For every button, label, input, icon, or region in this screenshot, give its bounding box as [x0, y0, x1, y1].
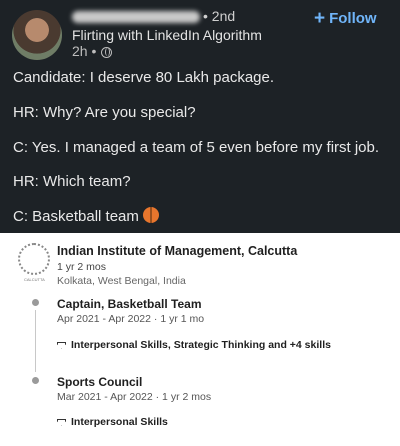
post-text-line-last: C: Basketball team	[13, 207, 159, 225]
post-text-line: HR: Which team?	[13, 173, 131, 190]
post-time: 2h •	[72, 43, 97, 59]
author-headline: Flirting with LinkedIn Algorithm	[72, 27, 262, 43]
avatar[interactable]	[12, 10, 62, 60]
post-text-line: C: Yes. I managed a team of 5 even befor…	[13, 139, 380, 156]
role-title: Captain, Basketball Team	[57, 297, 202, 311]
post-text-line: Candidate: I deserve 80 Lakh package.	[13, 69, 275, 86]
institution-logo[interactable]	[18, 243, 50, 275]
role-dates: Apr 2021 - Apr 2022 · 1 yr 1 mo	[57, 313, 205, 325]
skills-diamond-icon	[57, 341, 66, 349]
plus-icon: +	[314, 8, 326, 29]
author-name-redacted[interactable]	[72, 11, 200, 23]
role-dates: Mar 2021 - Apr 2022 · 1 yr 2 mos	[57, 391, 212, 403]
post-text-line: HR: Why? Are you special?	[13, 104, 196, 121]
globe-icon	[101, 46, 113, 58]
role-skills[interactable]: Interpersonal Skills	[57, 416, 168, 428]
linkedin-post: • 2nd Flirting with LinkedIn Algorithm 2…	[0, 0, 400, 233]
total-duration: 1 yr 2 mos	[57, 261, 107, 273]
role-skills[interactable]: Interpersonal Skills, Strategic Thinking…	[57, 339, 331, 351]
basketball-icon	[142, 207, 159, 223]
follow-label: Follow	[329, 10, 377, 27]
institution-name[interactable]: Indian Institute of Management, Calcutta	[57, 244, 297, 258]
skills-text: Interpersonal Skills, Strategic Thinking…	[71, 339, 331, 351]
skills-text: Interpersonal Skills	[71, 416, 168, 428]
logo-caption: CALCUTTA	[24, 277, 45, 282]
location: Kolkata, West Bengal, India	[57, 275, 186, 287]
skills-diamond-icon	[57, 418, 66, 426]
timeline-dot	[32, 377, 39, 384]
post-text: C: Basketball team	[13, 208, 139, 225]
follow-button[interactable]: + Follow	[314, 9, 377, 28]
connection-degree: • 2nd	[203, 8, 236, 24]
role-title: Sports Council	[57, 375, 143, 389]
timeline-dot	[32, 299, 39, 306]
experience-card: CALCUTTA Indian Institute of Management,…	[0, 233, 400, 446]
timeline-line	[35, 310, 36, 372]
post-meta: 2h •	[72, 43, 113, 59]
